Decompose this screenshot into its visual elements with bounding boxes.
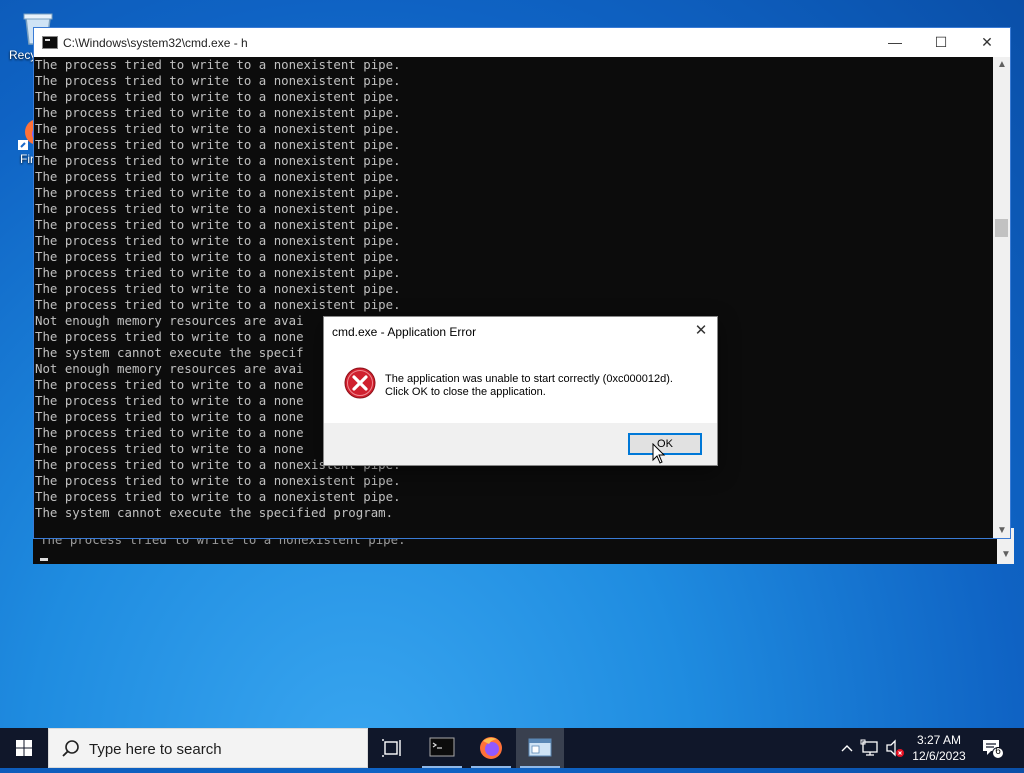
dialog-message: The application was unable to start corr… [385, 373, 673, 399]
dialog-message-line: The application was unable to start corr… [385, 373, 673, 385]
window-titlebar[interactable]: C:\Windows\system32\cmd.exe - h — ☐ ✕ [34, 28, 1010, 57]
action-center-button[interactable]: 6 [980, 736, 1004, 760]
search-icon [62, 740, 79, 757]
console-line: The process tried to write to a nonexist… [35, 201, 401, 216]
console-line: The process tried to write to a nonexist… [35, 89, 401, 104]
firefox-icon [480, 737, 502, 759]
console-line: The process tried to write to a nonexist… [35, 249, 401, 264]
console-line: The process tried to write to a nonexist… [35, 153, 401, 168]
console-line: The process tried to write to a nonexist… [35, 57, 401, 72]
windows-logo-icon [16, 740, 32, 756]
task-view-button[interactable] [368, 728, 416, 768]
application-window-icon [528, 738, 552, 757]
console-line: The process tried to write to a nonexist… [35, 185, 401, 200]
console-line: The process tried to write to a nonexist… [35, 265, 401, 280]
search-placeholder: Type here to search [89, 741, 222, 758]
clock-date: 12/6/2023 [912, 749, 966, 763]
close-button[interactable]: ✕ [964, 28, 1010, 57]
maximize-button[interactable]: ☐ [918, 28, 964, 57]
minimize-button[interactable]: — [872, 28, 918, 57]
show-hidden-icons-button[interactable] [838, 728, 856, 768]
console-line: The process tried to write to a nonexist… [35, 121, 401, 136]
console-line: The process tried to write to a nonexist… [35, 473, 401, 488]
taskbar-app-error-dialog[interactable] [516, 728, 564, 768]
network-tray-button[interactable] [860, 728, 882, 768]
task-view-icon [382, 739, 401, 757]
console-line: The process tried to write to a nonexist… [35, 137, 401, 152]
taskbar-app-cmd[interactable] [418, 728, 466, 768]
volume-tray-button[interactable] [884, 728, 906, 768]
taskbar-app-firefox[interactable] [467, 728, 515, 768]
cmd-app-icon [429, 737, 455, 757]
scroll-down-arrow-icon[interactable]: ▼ [997, 525, 1007, 536]
chevron-up-icon [841, 745, 853, 752]
cursor-caret [40, 558, 48, 561]
volume-muted-icon [886, 739, 904, 757]
console-line: The process tried to write to a nonexist… [35, 281, 401, 296]
error-icon [344, 367, 376, 399]
console-line: The process tried to write to a nonexist… [35, 73, 401, 88]
cmd-app-icon [42, 36, 58, 49]
taskbar-clock[interactable]: 3:27 AM 12/6/2023 [906, 732, 972, 764]
scroll-down-arrow-icon[interactable]: ▼ [1001, 549, 1011, 560]
taskbar-search-box[interactable]: Type here to search [48, 728, 368, 768]
vertical-scrollbar[interactable]: ▲ ▼ [993, 57, 1010, 538]
dialog-title: cmd.exe - Application Error [332, 325, 477, 339]
start-button[interactable] [0, 728, 48, 768]
console-line: The process tried to write to a nonexist… [35, 105, 401, 120]
console-line: The process tried to write to a nonexist… [35, 233, 401, 248]
network-icon [860, 739, 878, 756]
console-line: The process tried to write to a nonexist… [35, 169, 401, 184]
taskbar: Type here to search 3:27 AM 12/6/2023 6 [0, 728, 1024, 768]
console-line: The process tried to write to a nonexist… [35, 489, 401, 504]
scrollbar-thumb[interactable] [995, 219, 1008, 237]
console-line: The process tried to write to a nonexist… [35, 217, 401, 232]
mouse-pointer-icon [652, 443, 666, 464]
clock-time: 3:27 AM [916, 733, 962, 747]
console-line: The system cannot execute the specified … [35, 505, 394, 520]
console-line: The process tried to write to a nonexist… [35, 297, 401, 312]
notification-count-badge: 6 [995, 746, 1001, 757]
scroll-up-arrow-icon[interactable]: ▲ [997, 59, 1007, 70]
dialog-message-line: Click OK to close the application. [385, 386, 546, 398]
dialog-close-button[interactable]: ✕ [691, 321, 711, 341]
window-title: C:\Windows\system32\cmd.exe - h [63, 36, 248, 50]
